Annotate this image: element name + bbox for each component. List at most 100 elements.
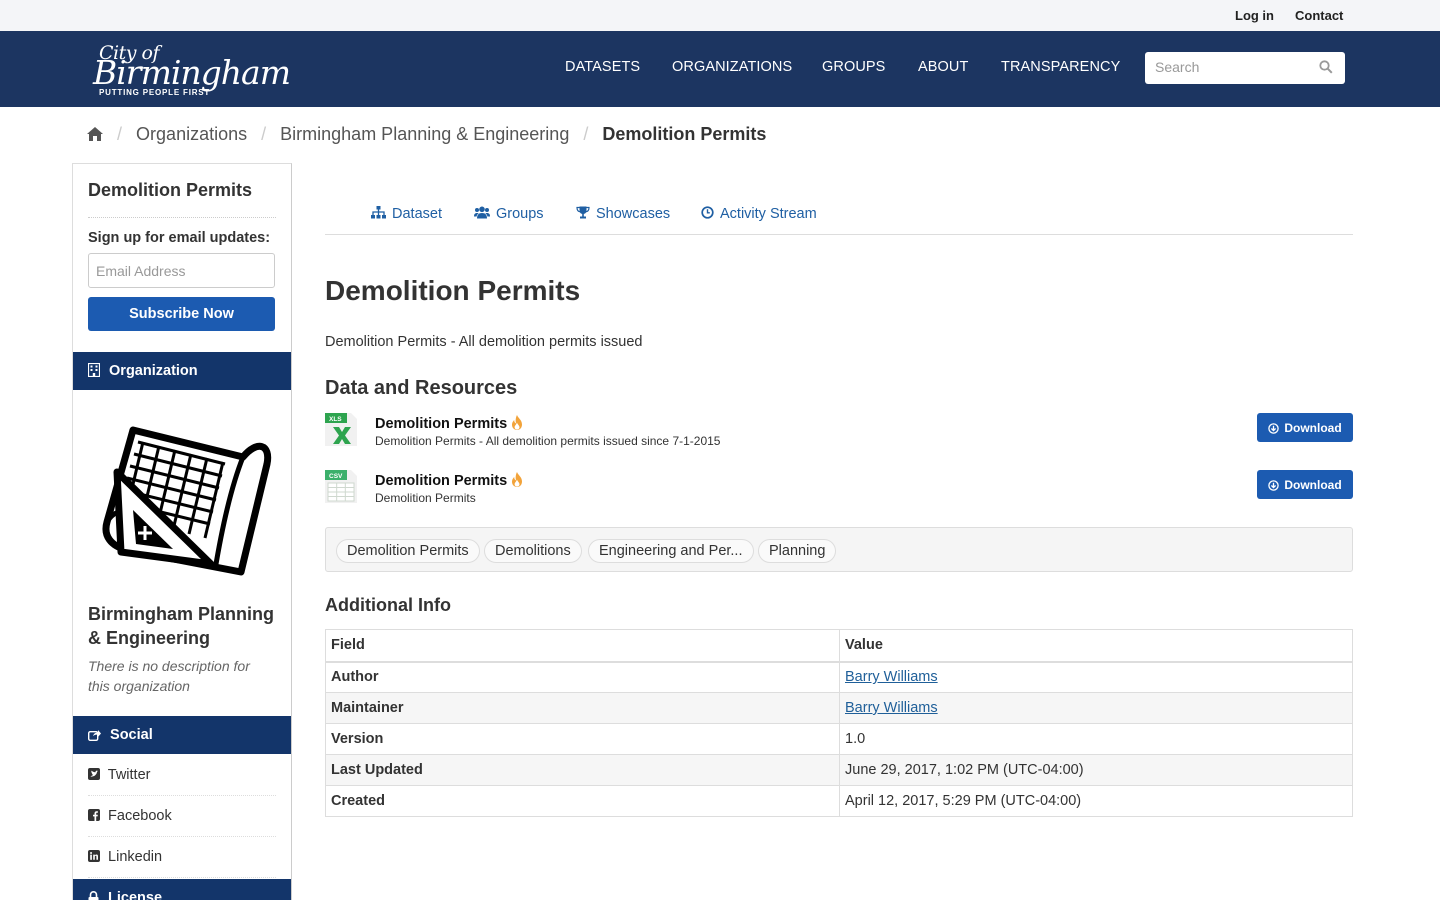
- table-row: Version 1.0: [325, 723, 1353, 755]
- table-header: Field: [325, 629, 840, 663]
- nav-transparency[interactable]: TRANSPARENCY: [1001, 59, 1120, 75]
- search-input[interactable]: [1155, 52, 1315, 82]
- org-description: There is no description for this organiz…: [88, 658, 250, 694]
- sidebar-title: Demolition Permits: [88, 180, 253, 200]
- value-cell: June 29, 2017, 1:02 PM (UTC-04:00): [839, 754, 1353, 786]
- maintainer-link[interactable]: Barry Williams: [845, 700, 938, 716]
- divider: [88, 217, 276, 218]
- field-cell: Last Updated: [325, 754, 840, 786]
- tab-groups[interactable]: Groups: [474, 206, 544, 222]
- social-heading-label: Social: [110, 727, 153, 743]
- download-button[interactable]: Download: [1257, 413, 1353, 442]
- tab-dataset-label: Dataset: [392, 206, 442, 222]
- table-row: Last Updated June 29, 2017, 1:02 PM (UTC…: [325, 754, 1353, 786]
- resources-heading: Data and Resources: [325, 377, 518, 399]
- sidebar: Demolition Permits Sign up for email upd…: [72, 163, 292, 900]
- resource-item[interactable]: XLS Demolition Permits Demolition Permit…: [325, 413, 1353, 453]
- field-cell: Created: [325, 785, 840, 817]
- resource-description: Demolition Permits: [375, 491, 476, 505]
- breadcrumb: / Organizations / Birmingham Planning & …: [87, 124, 766, 145]
- additional-info-table: Field Value Author Barry Williams Mainta…: [325, 629, 1353, 817]
- tag-list: Demolition Permits Demolitions Engineeri…: [325, 527, 1353, 572]
- top-utility-bar: Log in Contact: [0, 0, 1440, 31]
- download-icon: [1268, 422, 1280, 434]
- search-box: [1145, 52, 1345, 84]
- license-heading-label: License: [108, 890, 163, 900]
- table-row: Maintainer Barry Williams: [325, 692, 1353, 724]
- download-button-label: Download: [1284, 477, 1342, 492]
- tag-item[interactable]: Planning: [758, 539, 837, 563]
- download-button-label: Download: [1284, 420, 1342, 435]
- login-link[interactable]: Log in: [1235, 8, 1274, 23]
- building-icon: [87, 362, 101, 378]
- value-cell: Barry Williams: [839, 692, 1353, 724]
- email-field[interactable]: [88, 253, 275, 288]
- breadcrumb-separator: /: [261, 124, 267, 144]
- nav-organizations[interactable]: ORGANIZATIONS: [672, 59, 792, 75]
- author-link[interactable]: Barry Williams: [845, 669, 938, 685]
- fire-icon: [512, 415, 523, 430]
- csv-file-icon: CSV: [325, 470, 357, 503]
- xls-file-label: XLS: [329, 416, 342, 423]
- organization-heading-label: Organization: [109, 363, 198, 379]
- breadcrumb-org-name[interactable]: Birmingham Planning & Engineering: [280, 124, 569, 144]
- twitter-icon: [88, 768, 100, 780]
- dataset-tabs: Dataset Groups Showcases Activity Stream: [325, 195, 1353, 235]
- organization-heading: Organization: [73, 352, 291, 390]
- trophy-icon: [576, 206, 590, 219]
- table-row: Author Barry Williams: [325, 661, 1353, 693]
- download-button[interactable]: Download: [1257, 470, 1353, 499]
- search-icon[interactable]: [1319, 60, 1333, 74]
- resource-description: Demolition Permits - All demolition perm…: [375, 434, 721, 448]
- linkedin-label: Linkedin: [108, 849, 163, 865]
- tab-activity-stream[interactable]: Activity Stream: [701, 206, 817, 222]
- field-cell: Author: [325, 661, 840, 693]
- tab-dataset[interactable]: Dataset: [371, 206, 442, 222]
- license-heading: License: [73, 879, 291, 900]
- tag-item[interactable]: Demolition Permits: [336, 539, 480, 563]
- home-icon[interactable]: [87, 127, 103, 141]
- twitter-label: Twitter: [107, 767, 151, 783]
- xls-file-icon: XLS: [325, 413, 357, 446]
- site-logo[interactable]: City of Birmingham PUTTING PEOPLE FIRST: [93, 40, 293, 98]
- resource-item[interactable]: CSV Demolition Permits Demolition Permit…: [325, 470, 1353, 510]
- tab-showcases-label: Showcases: [596, 206, 671, 222]
- tag-item[interactable]: Engineering and Per...: [588, 539, 754, 563]
- social-facebook[interactable]: Facebook: [88, 796, 276, 837]
- subscribe-button[interactable]: Subscribe Now: [88, 297, 275, 331]
- clock-icon: [701, 206, 714, 219]
- field-cell: Version: [325, 723, 840, 755]
- social-twitter[interactable]: Twitter: [88, 755, 276, 796]
- sitemap-icon: [371, 206, 386, 219]
- logo-line-2: Birmingham: [93, 53, 291, 92]
- csv-file-label: CSV: [329, 473, 343, 480]
- table-header-row: Field Value: [325, 629, 1353, 663]
- breadcrumb-organizations[interactable]: Organizations: [136, 124, 247, 144]
- tab-activity-stream-label: Activity Stream: [720, 206, 817, 222]
- blueprint-icon[interactable]: [93, 422, 273, 582]
- value-cell: April 12, 2017, 5:29 PM (UTC-04:00): [839, 785, 1353, 817]
- facebook-icon: [88, 809, 100, 821]
- resource-name-label: Demolition Permits: [375, 416, 508, 432]
- linkedin-icon: [88, 850, 100, 862]
- tab-showcases[interactable]: Showcases: [576, 206, 670, 222]
- fire-icon: [512, 472, 523, 487]
- contact-link[interactable]: Contact: [1295, 8, 1343, 23]
- org-name[interactable]: Birmingham Planning & Engineering: [88, 602, 283, 650]
- breadcrumb-current[interactable]: Demolition Permits: [602, 124, 766, 144]
- masthead: City of Birmingham PUTTING PEOPLE FIRST …: [0, 31, 1440, 107]
- share-icon: [87, 730, 101, 742]
- nav-groups[interactable]: GROUPS: [822, 59, 885, 75]
- social-heading: Social: [73, 716, 291, 754]
- nav-datasets[interactable]: DATASETS: [565, 59, 640, 75]
- page-title: Demolition Permits: [325, 275, 581, 306]
- table-row: Created April 12, 2017, 5:29 PM (UTC-04:…: [325, 785, 1353, 817]
- social-linkedin[interactable]: Linkedin: [88, 837, 276, 878]
- tab-groups-label: Groups: [496, 206, 544, 222]
- table-header: Value: [839, 629, 1353, 663]
- value-cell: 1.0: [839, 723, 1353, 755]
- resource-name[interactable]: Demolition Permits: [375, 472, 523, 489]
- resource-name[interactable]: Demolition Permits: [375, 415, 523, 432]
- nav-about[interactable]: ABOUT: [918, 59, 968, 75]
- tag-item[interactable]: Demolitions: [484, 539, 582, 563]
